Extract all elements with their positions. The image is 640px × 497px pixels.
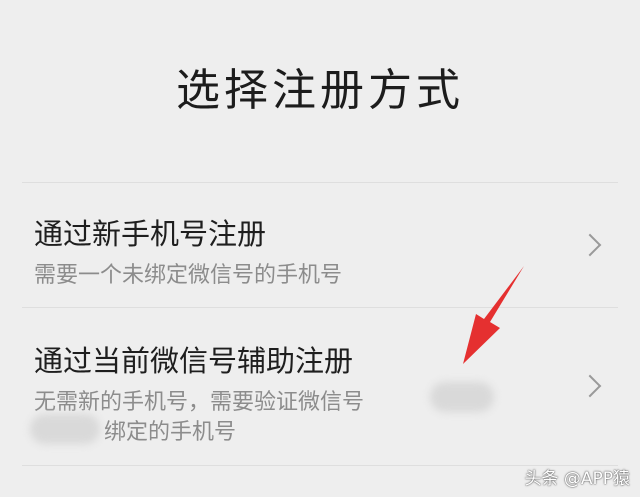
option-title: 通过新手机号注册 xyxy=(34,217,267,251)
redacted-wechat-id xyxy=(30,414,100,444)
chevron-right-icon xyxy=(578,374,602,398)
redacted-wechat-id xyxy=(430,382,494,412)
watermark: 头条 @APP猿 xyxy=(524,469,630,489)
chevron-right-icon xyxy=(578,233,602,257)
register-method-screen: 选择注册方式 通过新手机号注册 需要一个未绑定微信号的手机号 通过当前微信号辅助… xyxy=(0,0,640,497)
option-subtitle-line1: 无需新的手机号，需要验证微信号 xyxy=(34,390,365,415)
page-title: 选择注册方式 xyxy=(176,65,464,116)
option-subtitle: 需要一个未绑定微信号的手机号 xyxy=(34,263,343,288)
option-current-wechat[interactable]: 通过当前微信号辅助注册 无需新的手机号，需要验证微信号 绑定的手机号 xyxy=(0,308,640,465)
option-title: 通过当前微信号辅助注册 xyxy=(34,344,354,378)
header: 选择注册方式 xyxy=(0,0,640,180)
option-subtitle-line2: 绑定的手机号 xyxy=(104,420,237,445)
option-new-phone[interactable]: 通过新手机号注册 需要一个未绑定微信号的手机号 xyxy=(0,183,640,307)
